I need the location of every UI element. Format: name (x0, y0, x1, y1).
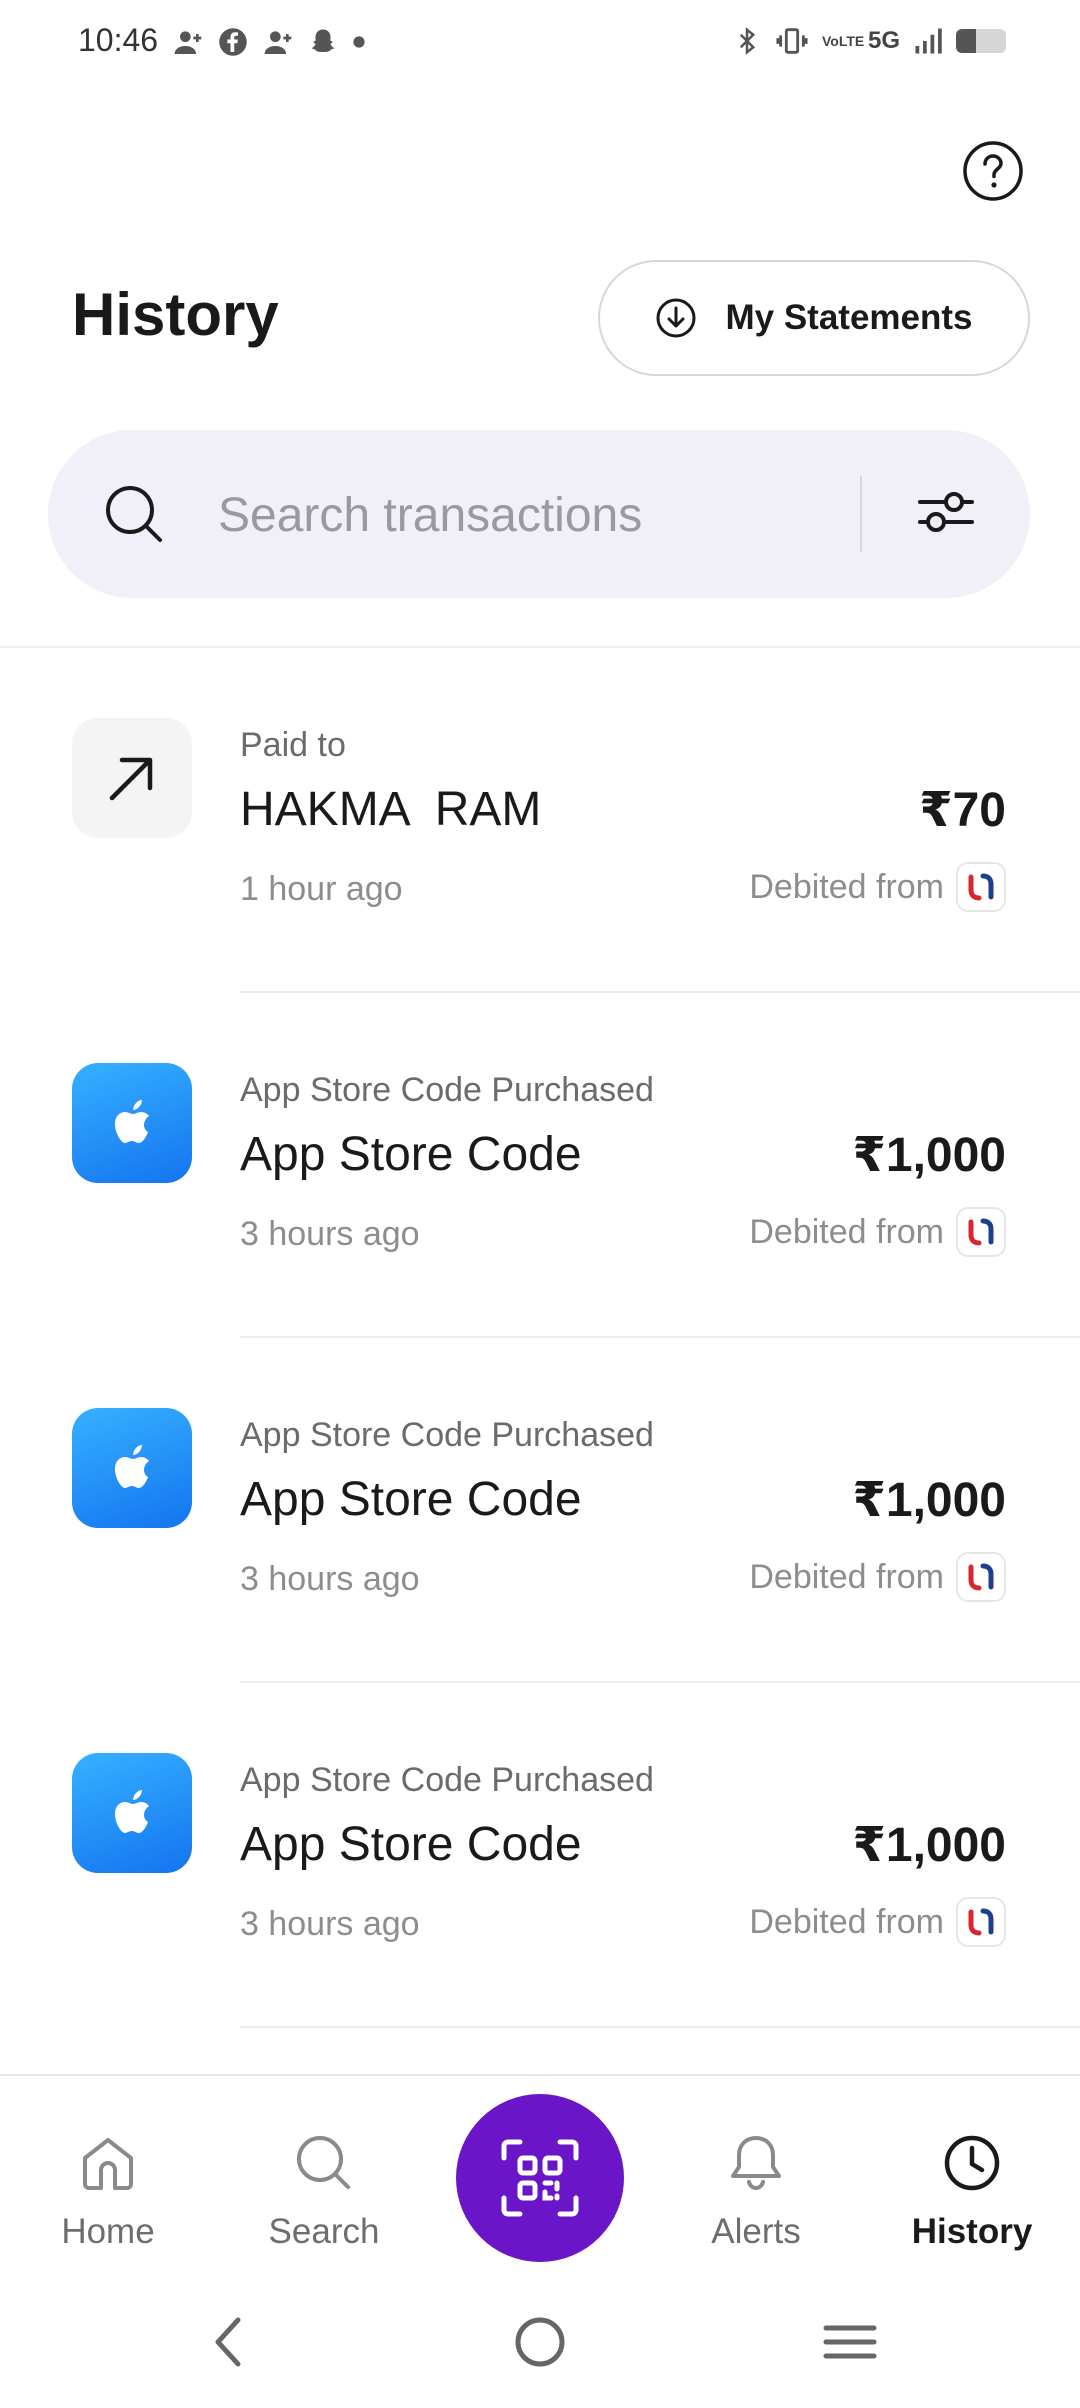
transaction-time: 1 hour ago (240, 870, 403, 908)
status-bar: 10:46 VoLTE 5G (0, 0, 1080, 90)
notification-icons (172, 26, 366, 58)
transaction-subtitle: App Store Code Purchased (240, 1761, 654, 1799)
nav-history-label: History (911, 2212, 1033, 2251)
transaction-subtitle: Paid to (240, 726, 346, 764)
debit-source: Debited from (749, 1897, 1006, 1947)
bluetooth-icon (739, 27, 756, 55)
transaction-amount: ₹1,000 (852, 1474, 1006, 1527)
transaction-subtitle: App Store Code Purchased (240, 1071, 654, 1109)
qr-scan-icon (501, 2139, 579, 2217)
transaction-list: Paid to HAKMA RAM ₹70 1 hour ago Debited… (0, 648, 1080, 2028)
search-bar (48, 430, 1030, 598)
arrow-up-right-icon (109, 757, 153, 801)
contact-add-icon (264, 31, 292, 54)
debit-source: Debited from (749, 862, 1006, 912)
transaction-name: HAKMA RAM (240, 783, 542, 836)
nav-alerts[interactable]: Alerts (648, 2076, 864, 2276)
help-button[interactable] (962, 140, 1024, 202)
debit-source: Debited from (749, 1552, 1006, 1602)
transaction-amount: ₹1,000 (852, 1129, 1006, 1182)
nav-search-label: Search (268, 2212, 380, 2251)
search-icon (106, 486, 162, 542)
transaction-time: 3 hours ago (240, 1560, 420, 1598)
transaction-amount: ₹70 (919, 784, 1006, 837)
signal-icon (915, 28, 942, 54)
transaction-item[interactable]: App Store Code Purchased App Store Code … (0, 993, 1080, 1338)
home-icon (83, 2138, 133, 2190)
nav-history[interactable]: History (864, 2076, 1080, 2276)
menu-icon[interactable] (822, 2310, 878, 2374)
network-type: 5G (867, 27, 900, 54)
system-nav-bar (0, 2280, 1080, 2408)
transaction-name: App Store Code (240, 1818, 582, 1871)
apple-icon (115, 1790, 149, 1833)
row-divider (240, 2026, 1080, 2028)
battery-icon (956, 29, 1006, 53)
nav-search[interactable]: Search (216, 2076, 432, 2276)
more-notifications-icon (353, 36, 365, 48)
clock-icon (944, 2135, 1000, 2191)
search-input[interactable] (216, 480, 880, 550)
nav-home-label: Home (61, 2212, 155, 2251)
search-divider (860, 476, 862, 552)
bell-icon (731, 2136, 781, 2191)
bank-logo-icon (956, 1897, 1006, 1947)
bank-logo-icon (956, 862, 1006, 912)
debit-source: Debited from (749, 1207, 1006, 1257)
apple-icon (115, 1100, 149, 1143)
download-circle-icon (656, 298, 696, 338)
transaction-item[interactable]: Paid to HAKMA RAM ₹70 1 hour ago Debited… (0, 648, 1080, 993)
transaction-icon-box (72, 1063, 192, 1183)
debit-label: Debited from (749, 1902, 944, 1941)
transaction-item[interactable]: App Store Code Purchased App Store Code … (0, 1683, 1080, 2028)
snapchat-icon (311, 29, 335, 52)
nav-alerts-label: Alerts (711, 2212, 801, 2251)
bottom-nav: Home Search Alerts History (0, 2074, 1080, 2276)
facebook-icon (219, 28, 247, 56)
apple-icon (115, 1445, 149, 1488)
transaction-time: 3 hours ago (240, 1215, 420, 1253)
transaction-icon-box (72, 1408, 192, 1528)
search-icon (297, 2136, 350, 2189)
status-time: 10:46 (78, 22, 159, 58)
home-circle-icon[interactable] (508, 2310, 572, 2374)
bank-logo-icon (956, 1552, 1006, 1602)
bank-logo-icon (956, 1207, 1006, 1257)
debit-label: Debited from (749, 867, 944, 906)
transaction-icon-box (72, 1753, 192, 1873)
question-circle-icon (963, 141, 1023, 201)
my-statements-button[interactable]: My Statements (598, 260, 1030, 376)
contact-add-icon (174, 31, 202, 54)
page-title: History (72, 281, 279, 348)
filter-icon[interactable] (914, 480, 978, 544)
transaction-time: 3 hours ago (240, 1905, 420, 1943)
transaction-item[interactable]: App Store Code Purchased App Store Code … (0, 1338, 1080, 1683)
transaction-amount: ₹1,000 (852, 1819, 1006, 1872)
transaction-name: App Store Code (240, 1128, 582, 1181)
debit-label: Debited from (749, 1557, 944, 1596)
system-status-icons: VoLTE 5G (732, 24, 1006, 58)
scan-qr-button[interactable] (456, 2094, 624, 2262)
transaction-subtitle: App Store Code Purchased (240, 1416, 654, 1454)
debit-label: Debited from (749, 1212, 944, 1251)
back-icon[interactable] (206, 2310, 250, 2374)
volte-indicator: VoLTE (821, 33, 865, 49)
transaction-icon-box (72, 718, 192, 838)
my-statements-label: My Statements (725, 298, 973, 337)
nav-home[interactable]: Home (0, 2076, 216, 2276)
transaction-name: App Store Code (240, 1473, 582, 1526)
vibrate-icon (776, 28, 808, 54)
